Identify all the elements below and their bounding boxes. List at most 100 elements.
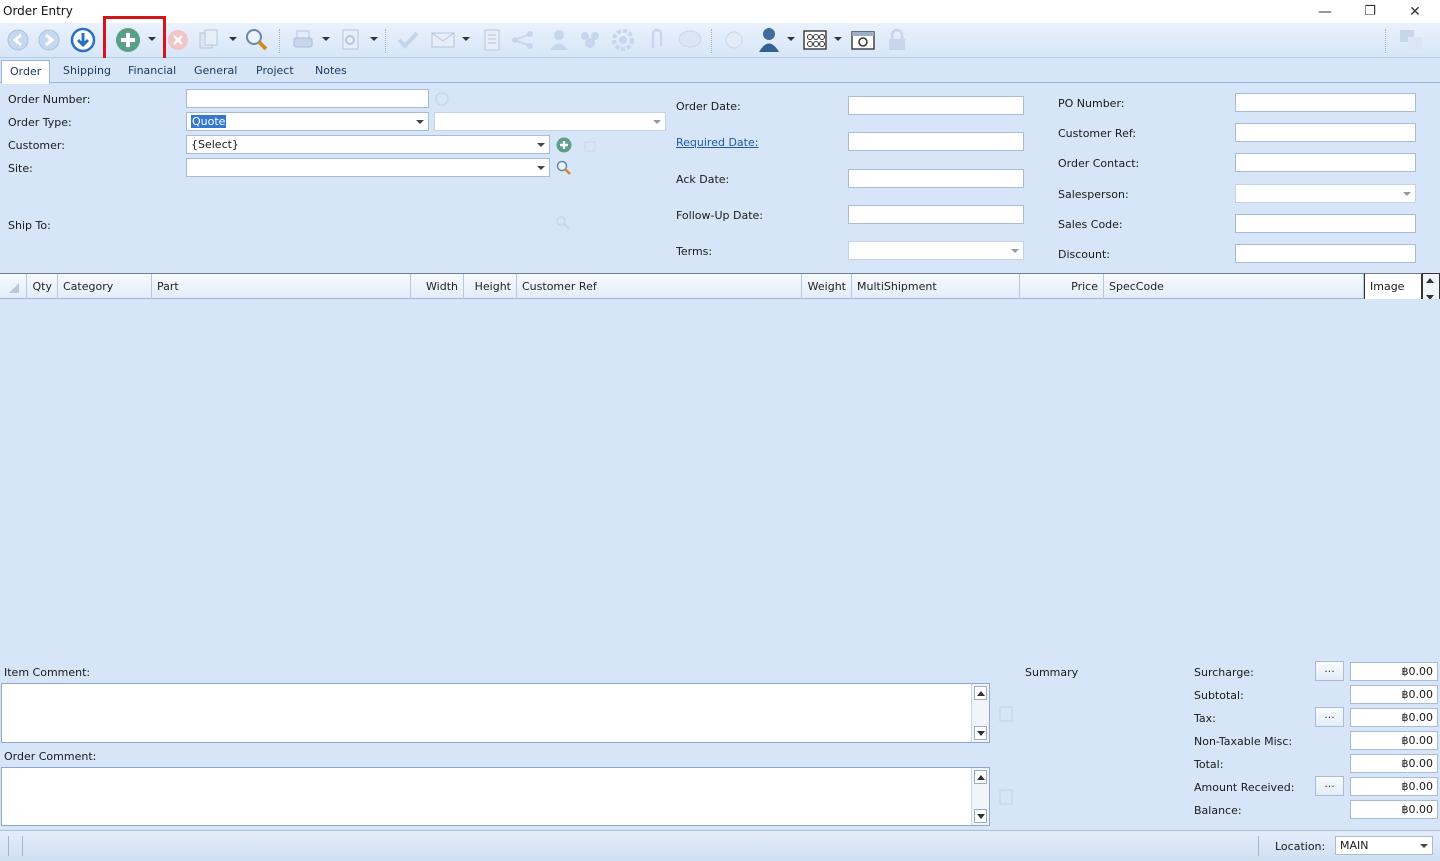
ship-to-search-icon[interactable] [556, 216, 570, 233]
minimize-button[interactable]: — [1302, 0, 1348, 23]
order-date-input[interactable] [848, 96, 1024, 115]
chevron-down-icon[interactable] [412, 113, 428, 130]
tax-label: Tax: [1194, 712, 1216, 725]
po-number-label: PO Number: [1058, 97, 1125, 110]
group-icon[interactable] [576, 26, 604, 54]
copy-icon[interactable] [195, 26, 223, 54]
order-comment-scrollbar[interactable] [971, 768, 989, 825]
scroll-up-icon[interactable] [974, 770, 987, 784]
chevron-down-icon[interactable] [1399, 185, 1415, 202]
screen-icon[interactable] [849, 26, 877, 54]
preview-dropdown-icon[interactable] [370, 37, 378, 41]
discount-input[interactable] [1235, 244, 1416, 263]
row-selector-header[interactable] [0, 274, 27, 299]
item-comment-scrollbar[interactable] [971, 684, 989, 742]
print-dropdown-icon[interactable] [322, 37, 330, 41]
scroll-up-icon[interactable] [974, 686, 987, 700]
scroll-down-icon[interactable] [974, 726, 987, 740]
forward-icon[interactable] [35, 26, 63, 54]
required-date-input[interactable] [848, 132, 1024, 151]
close-button[interactable]: ✕ [1392, 0, 1438, 23]
salesperson-select[interactable] [1235, 184, 1416, 203]
required-date-link[interactable]: Required Date: [676, 136, 758, 149]
restore-button[interactable]: ❐ [1347, 0, 1393, 23]
add-customer-icon[interactable] [556, 137, 572, 156]
sales-code-input[interactable] [1235, 214, 1416, 233]
column-part[interactable]: Part [152, 274, 411, 299]
tab-project[interactable]: Project [248, 62, 302, 83]
preview-icon[interactable] [337, 26, 365, 54]
help-icon[interactable] [720, 26, 748, 54]
tab-order[interactable]: Order [1, 60, 50, 84]
chevron-down-icon[interactable] [533, 136, 549, 153]
column-image[interactable]: Image [1370, 280, 1404, 293]
item-comment-textarea[interactable] [1, 683, 990, 743]
order-type-select[interactable]: Quote [186, 112, 429, 131]
order-subtype-select[interactable] [434, 112, 666, 131]
tab-general[interactable]: General [186, 62, 245, 83]
item-comment-expand-icon[interactable] [999, 706, 1013, 725]
column-price[interactable]: Price [1020, 274, 1104, 299]
language-icon[interactable] [1397, 26, 1425, 54]
customer-select[interactable]: {Select} [186, 135, 550, 154]
person-icon[interactable] [755, 26, 783, 54]
settings-icon[interactable] [609, 26, 637, 54]
surcharge-ellipsis-button[interactable]: ... [1315, 661, 1344, 681]
ack-date-input[interactable] [848, 169, 1024, 188]
order-type-value: Quote [191, 115, 227, 128]
options-icon[interactable] [801, 26, 829, 54]
download-icon[interactable] [69, 26, 97, 54]
person-dropdown-icon[interactable] [787, 37, 795, 41]
tax-ellipsis-button[interactable]: ... [1315, 707, 1344, 727]
workflow-icon[interactable] [509, 26, 537, 54]
title-bar: Order Entry — ❐ ✕ [0, 0, 1440, 23]
copy-dropdown-icon[interactable] [229, 37, 237, 41]
column-height[interactable]: Height [464, 274, 517, 299]
lock-icon[interactable] [883, 26, 911, 54]
report-icon[interactable] [478, 26, 506, 54]
chevron-down-icon[interactable] [1007, 242, 1023, 259]
chevron-down-icon[interactable] [533, 159, 549, 176]
options-dropdown-icon[interactable] [834, 37, 842, 41]
order-comment-textarea[interactable] [1, 767, 990, 826]
print-icon[interactable] [289, 26, 317, 54]
terms-select[interactable] [848, 241, 1024, 260]
chevron-down-icon[interactable] [649, 113, 665, 130]
attach-icon[interactable] [642, 26, 670, 54]
scroll-down-icon[interactable] [974, 809, 987, 823]
line-items-grid-body[interactable] [0, 299, 1440, 659]
globe-icon[interactable] [435, 92, 449, 109]
order-number-input[interactable] [186, 89, 429, 108]
approve-icon[interactable] [394, 26, 422, 54]
delete-icon[interactable] [164, 26, 192, 54]
tab-financial[interactable]: Financial [120, 62, 184, 83]
location-select[interactable]: MAIN [1335, 836, 1433, 855]
column-weight[interactable]: Weight [802, 274, 852, 299]
amount-received-ellipsis-button[interactable]: ... [1315, 776, 1344, 796]
search-icon[interactable] [243, 26, 271, 54]
column-qty[interactable]: Qty [27, 274, 58, 299]
order-contact-input[interactable] [1235, 153, 1416, 172]
user-icon[interactable] [545, 26, 573, 54]
column-customer-ref[interactable]: Customer Ref [517, 274, 802, 299]
back-icon[interactable] [4, 26, 32, 54]
column-width[interactable]: Width [411, 274, 464, 299]
toolbar [0, 23, 1440, 58]
column-multishipment[interactable]: MultiShipment [852, 274, 1020, 299]
po-number-input[interactable] [1235, 93, 1416, 112]
column-category[interactable]: Category [58, 274, 152, 299]
site-select[interactable] [186, 158, 550, 177]
customer-ref-input[interactable] [1235, 123, 1416, 142]
tab-notes[interactable]: Notes [307, 62, 355, 83]
email-dropdown-icon[interactable] [462, 37, 470, 41]
followup-date-input[interactable] [848, 205, 1024, 224]
comment-icon[interactable] [676, 26, 704, 54]
tab-shipping[interactable]: Shipping [55, 62, 119, 83]
chevron-down-icon[interactable] [1416, 837, 1432, 854]
edit-customer-icon[interactable] [583, 139, 597, 156]
email-icon[interactable] [429, 26, 457, 54]
order-comment-expand-icon[interactable] [999, 789, 1013, 808]
column-speccode[interactable]: SpecCode [1104, 274, 1364, 299]
scroll-up-icon[interactable] [1426, 278, 1434, 283]
site-search-icon[interactable] [556, 160, 572, 179]
